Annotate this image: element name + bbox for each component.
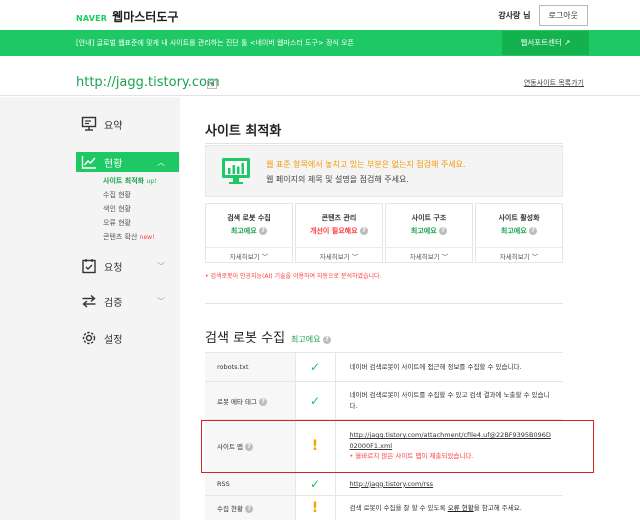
card-site-activation: 사이트 활성화 최고에요 ? 자세히보기 ﹀: [475, 203, 563, 263]
arrows-icon: [80, 292, 98, 310]
sitemap-warning: • 올바르지 않은 사이트 맵이 제출되었습니다.: [349, 452, 474, 461]
table-row: RSS ✓ http://jagg.tistory.com/rss: [205, 472, 563, 496]
sidebar-item-verify[interactable]: 검증 ﹀: [76, 291, 179, 311]
sidebar-item-label: 요약: [104, 120, 123, 132]
submenu-item-index-status[interactable]: 색인 현황: [103, 204, 131, 214]
details-toggle[interactable]: 자세히보기 ﹀: [296, 247, 382, 264]
help-icon[interactable]: ?: [323, 335, 332, 344]
brand-name: NAVER: [76, 14, 108, 23]
card-status: 최고에요 ?: [476, 226, 562, 236]
sidebar-item-label: 설정: [104, 334, 123, 346]
details-toggle[interactable]: 자세히보기 ﹀: [386, 247, 472, 264]
top-header: NAVER 웹마스터도구 강사랑 님 로그아웃: [0, 0, 640, 30]
chevron-down-icon: ﹀: [157, 261, 165, 271]
support-center-button[interactable]: 웹서포트센터 ↗: [502, 31, 589, 55]
new-badge: new!: [139, 234, 155, 241]
crawl-check-table: robots.txt ✓ 네이버 검색로봇이 사이트에 접근해 정보를 수집할 …: [205, 352, 563, 520]
sidebar-item-label: 요청: [104, 262, 123, 274]
help-icon[interactable]: ?: [259, 227, 268, 235]
app-title: 웹마스터도구: [112, 10, 179, 24]
sidebar-item-label: 검증: [104, 297, 123, 309]
help-icon[interactable]: ?: [259, 397, 268, 406]
monitor-icon: [80, 115, 98, 133]
section-title: 검색 로봇 수집 최고에요 ?: [205, 327, 332, 346]
section-status: 최고에요 ?: [291, 334, 332, 345]
connected-sites-link[interactable]: 연동사이트 목록가기: [524, 78, 584, 88]
error-status-link[interactable]: 오류 현황: [448, 504, 474, 512]
details-toggle[interactable]: 자세히보기 ﹀: [476, 247, 562, 264]
row-label: robots.txt: [205, 352, 296, 382]
user-name[interactable]: 강사랑 님: [498, 10, 530, 21]
table-row: 수집 현황 ? ! 검색 로봇이 수집을 잘 할 수 있도록 오류 현황을 참고…: [205, 495, 563, 520]
exclamation-icon: !: [311, 438, 319, 454]
card-status: 최고에요 ?: [386, 226, 472, 236]
row-label: 사이트 맵 ?: [205, 419, 296, 473]
summary-info-text: 웹 페이지의 제목 및 설명을 점검해 주세요.: [266, 175, 409, 184]
card-status: 최고에요 ?: [206, 226, 292, 236]
chart-icon: [80, 153, 98, 171]
row-description: 네이버 검색로봇이 사이트에 접근해 정보를 수집할 수 있습니다.: [335, 352, 563, 382]
summary-cards: 검색 로봇 수집 최고에요 ? 자세히보기 ﹀ 콘텐츠 관리 개선이 필요해요 …: [205, 203, 563, 263]
help-icon[interactable]: ?: [529, 227, 538, 235]
row-description: 검색 로봇이 수집을 잘 할 수 있도록 오류 현황을 참고해 주세요.: [335, 495, 563, 520]
help-icon[interactable]: ?: [439, 227, 448, 235]
submenu-item-site-optimization[interactable]: 사이트 최적화 up!: [103, 176, 157, 186]
submenu-item-error-status[interactable]: 오류 현황: [103, 218, 131, 228]
check-icon: ✓: [309, 360, 321, 374]
row-description: 네이버 검색로봇이 사이트를 수집할 수 있고 검색 결과에 노출할 수 있습니…: [335, 381, 563, 420]
logout-button[interactable]: 로그아웃: [538, 5, 588, 26]
optimization-summary: 웹 표준 항목에서 놓치고 있는 부분은 없는지 점검해 주세요. 웹 페이지의…: [205, 145, 563, 197]
row-label: RSS: [205, 472, 296, 496]
sidebar-item-request[interactable]: 요청 ﹀: [76, 256, 179, 276]
card-title: 검색 로봇 수집: [227, 214, 271, 222]
row-label: 로봇 메타 태그 ?: [205, 381, 296, 420]
section-divider: [205, 303, 563, 304]
notice-banner: [안내] 글로벌 웹표준에 맞게 내 사이트를 관리하는 진단 툴 <네이버 웹…: [0, 30, 640, 56]
exclamation-icon: !: [311, 500, 319, 516]
row-label: 수집 현황 ?: [205, 495, 296, 520]
sidebar-item-settings[interactable]: 설정: [76, 328, 179, 348]
chevron-up-icon: ︿: [157, 157, 165, 167]
help-icon[interactable]: ?: [245, 443, 254, 451]
submenu-item-crawl-status[interactable]: 수집 현황: [103, 190, 131, 200]
chevron-down-icon[interactable]: ▼: [207, 80, 217, 89]
notice-text[interactable]: [안내] 글로벌 웹표준에 맞게 내 사이트를 관리하는 진단 툴 <네이버 웹…: [76, 38, 354, 48]
summary-warning-text: 웹 표준 항목에서 놓치고 있는 부분은 없는지 점검해 주세요.: [266, 160, 466, 169]
card-content-management: 콘텐츠 관리 개선이 필요해요 ? 자세히보기 ﹀: [295, 203, 383, 263]
submenu-item-content-spread[interactable]: 콘텐츠 확산 new!: [103, 232, 154, 242]
checklist-icon: [80, 257, 98, 275]
check-icon: ✓: [309, 477, 321, 491]
logo[interactable]: NAVER 웹마스터도구: [76, 8, 178, 25]
sidebar-item-label: 현황: [104, 158, 123, 170]
up-badge: up!: [146, 178, 157, 185]
card-title: 사이트 활성화: [498, 214, 540, 222]
page-title: 사이트 최적화: [205, 124, 282, 139]
sitemap-link[interactable]: http://jagg.tistory.com/attachment/cfile…: [350, 431, 551, 449]
help-icon[interactable]: ?: [245, 505, 254, 513]
card-title: 콘텐츠 관리: [321, 214, 357, 222]
card-site-structure: 사이트 구조 최고에요 ? 자세히보기 ﹀: [385, 203, 473, 263]
help-icon[interactable]: ?: [359, 227, 368, 235]
table-row: 로봇 메타 태그 ? ✓ 네이버 검색로봇이 사이트를 수집할 수 있고 검색 …: [205, 381, 563, 420]
monitor-chart-icon: [220, 157, 252, 185]
card-search-robot: 검색 로봇 수집 최고에요 ? 자세히보기 ﹀: [205, 203, 293, 263]
chevron-down-icon: ﹀: [157, 296, 165, 306]
sidebar-item-summary[interactable]: 요약: [76, 114, 179, 134]
table-row: robots.txt ✓ 네이버 검색로봇이 사이트에 접근해 정보를 수집할 …: [205, 352, 563, 382]
card-title: 사이트 구조: [411, 214, 447, 222]
rss-link[interactable]: http://jagg.tistory.com/rss: [350, 480, 433, 488]
card-status: 개선이 필요해요 ?: [296, 226, 382, 236]
ai-analysis-note: • 검색로봇이 인공지능(AI) 기술을 이용하여 자동으로 분석하였습니다.: [205, 273, 382, 280]
sidebar-item-status[interactable]: 현황 ︿: [76, 152, 179, 172]
site-selector-bar: http://jagg.tistory.com ▼ 연동사이트 목록가기: [0, 56, 640, 96]
details-toggle[interactable]: 자세히보기 ﹀: [206, 247, 292, 264]
gear-icon: [80, 329, 98, 347]
title-divider: [205, 143, 563, 144]
check-icon: ✓: [309, 393, 321, 408]
table-row: 사이트 맵 ? ! http://jagg.tistory.com/attach…: [205, 419, 563, 473]
account-area: 강사랑 님 로그아웃: [498, 5, 588, 26]
site-url[interactable]: http://jagg.tistory.com: [76, 75, 220, 90]
